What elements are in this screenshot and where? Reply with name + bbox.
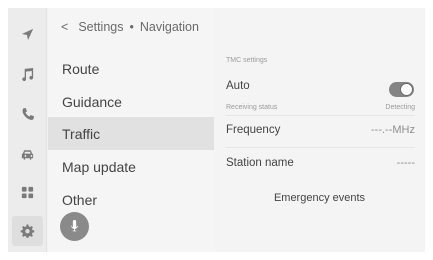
toggle-knob — [400, 83, 413, 96]
auto-label: Auto — [226, 80, 250, 92]
menu-item-label: Route — [62, 60, 100, 77]
breadcrumb-current: Navigation — [139, 20, 199, 34]
navigation-arrow-icon[interactable] — [19, 26, 36, 43]
traffic-settings-panel: TMC settings Auto Receiving status Detec… — [214, 8, 425, 252]
app-rail — [8, 8, 47, 252]
menu-item-traffic[interactable]: Traffic — [48, 117, 214, 150]
breadcrumb-parent[interactable]: Settings — [78, 20, 123, 34]
divider — [226, 115, 415, 116]
receiving-status-label: Receiving status — [226, 104, 278, 111]
station-name-value: ----- — [396, 157, 415, 169]
voice-command-button[interactable] — [60, 212, 89, 241]
emergency-events-button[interactable]: Emergency events — [214, 183, 425, 213]
back-button[interactable]: < — [61, 20, 68, 34]
menu-item-label: Other — [62, 191, 98, 208]
menu-item-route[interactable]: Route — [48, 52, 214, 85]
breadcrumb: < Settings • Navigation — [61, 20, 199, 34]
car-icon[interactable] — [19, 146, 36, 163]
frequency-value: ---.--MHz — [371, 124, 415, 136]
menu-item-guidance[interactable]: Guidance — [48, 85, 214, 118]
menu-item-label: Map update — [62, 158, 136, 175]
menu-item-label: Traffic — [62, 125, 101, 142]
breadcrumb-separator: • — [129, 20, 134, 34]
microphone-icon — [71, 220, 78, 232]
apps-grid-icon[interactable] — [19, 184, 36, 201]
auto-toggle[interactable] — [389, 82, 414, 97]
receiving-status-value: Detecting — [385, 104, 415, 111]
settings-menu: < Settings • Navigation Route Guidance Traf… — [48, 8, 214, 252]
music-note-icon[interactable] — [19, 66, 36, 83]
section-title: TMC settings — [226, 57, 268, 64]
phone-icon[interactable] — [19, 106, 36, 123]
frequency-label: Frequency — [226, 124, 281, 136]
settings-gear-icon[interactable] — [12, 216, 43, 246]
divider — [226, 147, 415, 148]
menu-item-label: Guidance — [62, 93, 122, 110]
head-unit-screen: < Settings • Navigation Route Guidance Traf… — [8, 8, 425, 252]
emergency-events-label: Emergency events — [273, 192, 366, 204]
menu-item-map-update[interactable]: Map update — [48, 150, 214, 183]
station-name-label: Station name — [226, 157, 294, 169]
